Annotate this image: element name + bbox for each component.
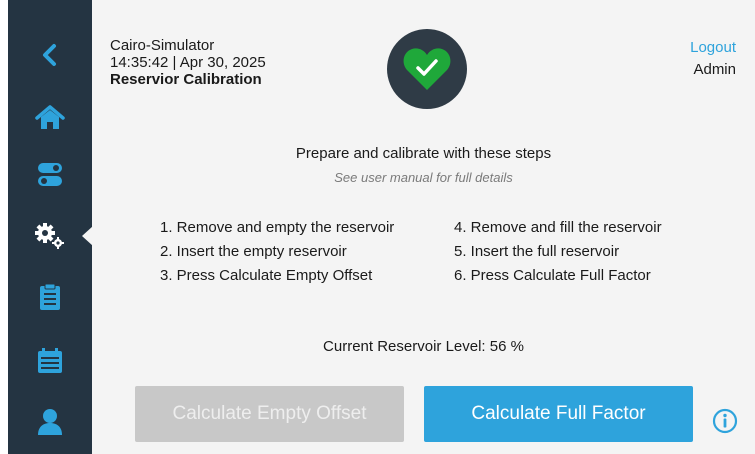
reservoir-level-value: 56 % <box>489 338 524 355</box>
step-item: 2. Insert the empty reservoir <box>160 243 347 260</box>
instructions-title: Prepare and calibrate with these steps <box>295 145 552 162</box>
back-button[interactable] <box>8 35 92 75</box>
home-icon <box>35 105 65 129</box>
step-item: 3. Press Calculate Empty Offset <box>160 267 373 284</box>
step-item: 6. Press Calculate Full Factor <box>454 267 651 284</box>
info-icon <box>712 408 738 434</box>
username: Admin <box>693 61 736 78</box>
toggle-icon <box>38 163 62 186</box>
sidebar <box>8 0 93 454</box>
steps-left-column: 1. Remove and empty the reservoir 2. Ins… <box>160 216 394 288</box>
reservoir-level-label: Current Reservoir Level: <box>323 338 486 355</box>
step-item: 1. Remove and empty the reservoir <box>160 219 395 236</box>
calculate-full-factor-button[interactable]: Calculate Full Factor <box>424 386 693 442</box>
step-item: 4. Remove and fill the reservoir <box>454 219 662 236</box>
sidebar-item-user[interactable] <box>8 402 92 442</box>
reservoir-level: Current Reservoir Level: 56 % <box>92 338 755 355</box>
app-info: Cairo-Simulator 14:35:42 | Apr 30, 2025 … <box>110 37 266 88</box>
user-area: Logout Admin <box>690 37 736 81</box>
page-title: Reservior Calibration <box>110 71 262 88</box>
calendar-icon <box>38 348 62 373</box>
calibration-screen: Cairo-Simulator 14:35:42 | Apr 30, 2025 … <box>0 0 755 454</box>
chevron-left-icon <box>43 44 56 66</box>
steps-right-column: 4. Remove and fill the reservoir 5. Inse… <box>454 216 662 288</box>
status-indicator <box>387 29 467 109</box>
datetime: 14:35:42 | Apr 30, 2025 <box>110 54 266 71</box>
user-icon <box>38 409 62 435</box>
logout-link[interactable]: Logout <box>690 37 736 59</box>
screen-edge <box>0 0 8 454</box>
instructions-subtitle: See user manual for full details <box>334 170 513 185</box>
main-content: Cairo-Simulator 14:35:42 | Apr 30, 2025 … <box>92 0 755 454</box>
heart-check-icon <box>403 48 451 90</box>
app-name: Cairo-Simulator <box>110 37 215 54</box>
calculate-empty-offset-button[interactable]: Calculate Empty Offset <box>135 386 404 442</box>
sidebar-item-log[interactable] <box>8 277 92 317</box>
clipboard-icon <box>40 283 60 310</box>
gears-icon <box>35 223 64 249</box>
step-item: 5. Insert the full reservoir <box>454 243 620 260</box>
sidebar-item-calendar[interactable] <box>8 341 92 381</box>
sidebar-item-toggles[interactable] <box>8 155 92 195</box>
info-button[interactable] <box>712 408 738 434</box>
sidebar-item-settings[interactable] <box>8 216 92 256</box>
sidebar-item-home[interactable] <box>8 98 92 138</box>
